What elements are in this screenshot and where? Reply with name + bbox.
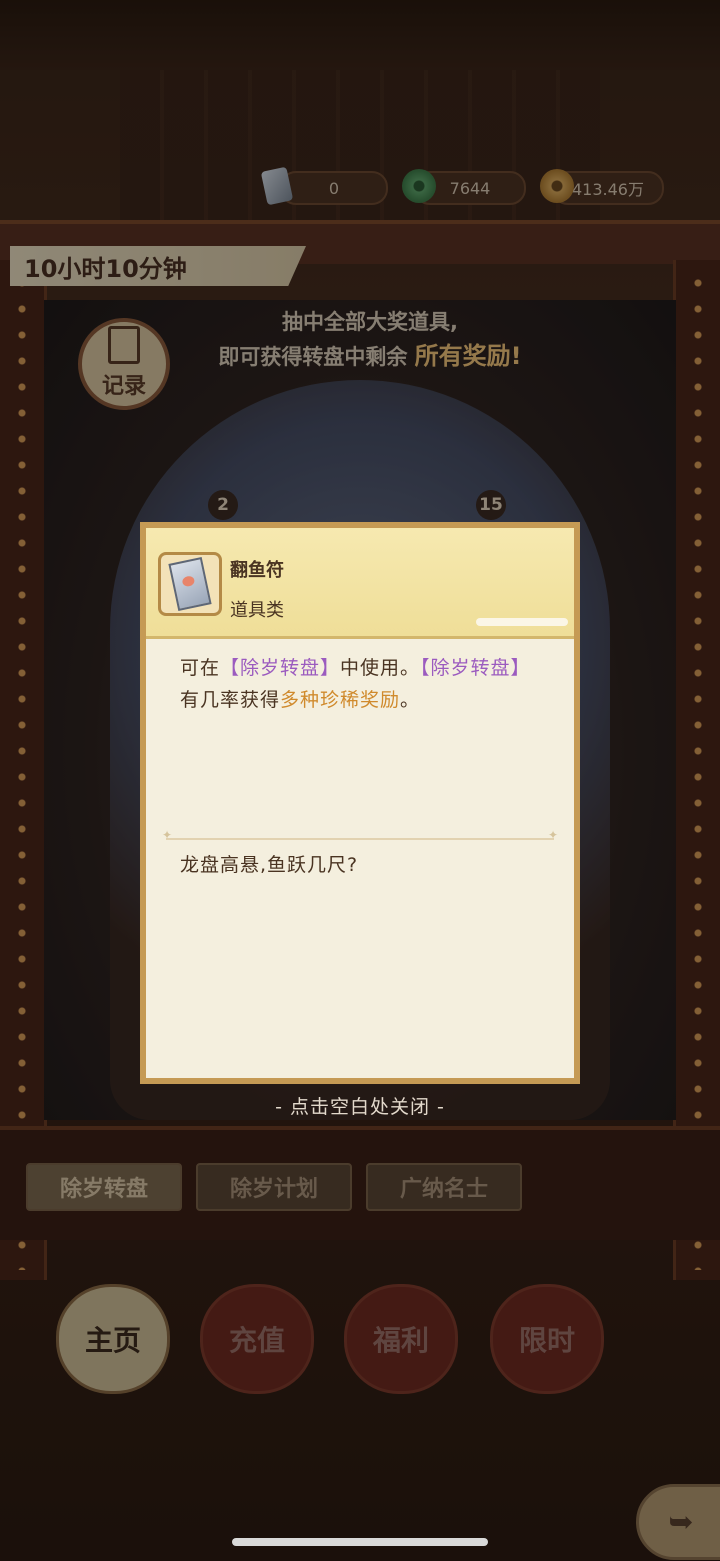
item-category: 道具类 [230, 600, 284, 621]
item-description: 可在【除岁转盘】中使用。【除岁转盘】有几率获得多种珍稀奖励。 [180, 657, 531, 711]
item-icon [158, 552, 222, 616]
dialog-header: 翻鱼符 道具类 [146, 528, 574, 639]
header-brush-stroke [476, 618, 568, 626]
flavor-text: 龙盘高悬,鱼跃几尺? [180, 854, 359, 876]
close-hint: - 点击空白处关闭 - [275, 1096, 445, 1118]
home-indicator[interactable] [232, 1538, 488, 1546]
talisman-card-icon [168, 556, 212, 612]
divider [162, 828, 558, 842]
item-info-dialog: 翻鱼符 道具类 可在【除岁转盘】中使用。【除岁转盘】有几率获得多种珍稀奖励。 龙… [140, 522, 580, 1084]
item-name: 翻鱼符 [230, 560, 284, 581]
